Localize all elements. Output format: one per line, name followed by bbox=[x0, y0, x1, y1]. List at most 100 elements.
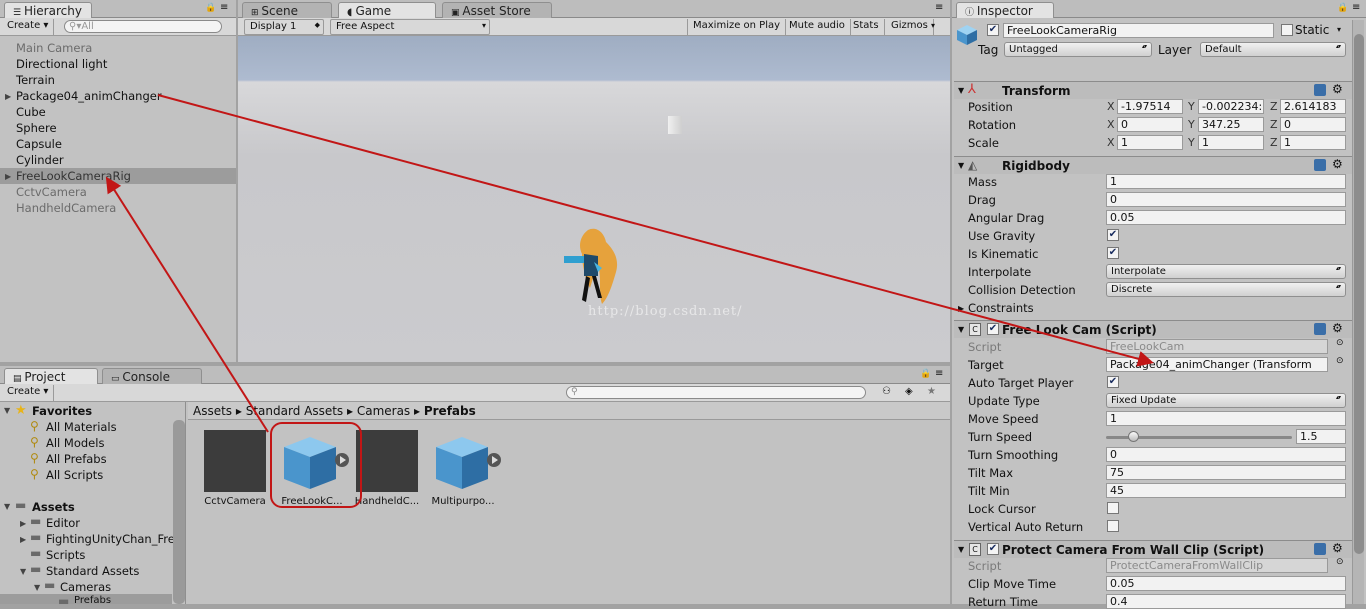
menu-icon[interactable]: ≡ bbox=[935, 368, 943, 379]
asset-thumbnail[interactable] bbox=[204, 430, 266, 492]
drag-field[interactable]: 0 bbox=[1106, 192, 1346, 207]
favorite-item[interactable]: All Models bbox=[46, 436, 104, 450]
hierarchy-item-selected[interactable]: FreeLookCameraRig bbox=[16, 169, 131, 185]
lock-icon[interactable]: 🔒 bbox=[920, 369, 931, 379]
expand-arrow-icon[interactable]: ▼ bbox=[34, 583, 40, 592]
rotation-z-field[interactable]: 0 bbox=[1280, 117, 1346, 132]
help-book-icon[interactable] bbox=[1314, 159, 1326, 171]
layer-dropdown[interactable]: Default bbox=[1200, 42, 1346, 57]
vertical-auto-return-checkbox[interactable] bbox=[1107, 520, 1119, 532]
favorite-item[interactable]: All Scripts bbox=[46, 468, 103, 482]
hierarchy-item[interactable]: Package04_animChanger bbox=[16, 89, 162, 105]
folder-item[interactable]: Editor bbox=[46, 516, 80, 530]
search-input[interactable]: ⚲▾All bbox=[64, 20, 222, 33]
object-name-field[interactable]: FreeLookCameraRig bbox=[1003, 23, 1274, 38]
scrollbar[interactable] bbox=[1352, 20, 1364, 604]
update-type-dropdown[interactable]: Fixed Update bbox=[1106, 393, 1346, 408]
expand-arrow-icon[interactable]: ▼ bbox=[4, 502, 10, 511]
expand-arrow-icon[interactable]: ▶ bbox=[958, 304, 964, 313]
hierarchy-item[interactable]: Cube bbox=[16, 105, 46, 121]
label-icon[interactable]: ◈ bbox=[905, 386, 913, 397]
tab-asset-store[interactable]: ▣ Asset Store bbox=[442, 2, 552, 18]
help-book-icon[interactable] bbox=[1314, 323, 1326, 335]
return-time-field[interactable]: 0.4 bbox=[1106, 594, 1346, 609]
is-kinematic-checkbox[interactable]: ✔ bbox=[1107, 247, 1119, 259]
hierarchy-item[interactable]: Cylinder bbox=[16, 153, 64, 169]
tilt-max-field[interactable]: 75 bbox=[1106, 465, 1346, 480]
prefab-cube-icon[interactable] bbox=[432, 433, 506, 493]
position-z-field[interactable]: 2.614183 bbox=[1280, 99, 1346, 114]
tree-scrollbar[interactable] bbox=[173, 420, 185, 604]
menu-icon[interactable]: ≡ bbox=[935, 2, 943, 13]
freelook-header[interactable]: ▼ C ✔ Free Look Cam (Script) ⚙ bbox=[954, 320, 1352, 338]
tab-scene[interactable]: ⊞ Scene bbox=[242, 2, 332, 18]
lock-icon[interactable]: 🔒 bbox=[205, 3, 216, 13]
mass-field[interactable]: 1 bbox=[1106, 174, 1346, 189]
tab-game[interactable]: ◖ Game bbox=[338, 2, 436, 18]
breadcrumb-item[interactable]: Standard Assets bbox=[246, 404, 343, 418]
turn-smoothing-field[interactable]: 0 bbox=[1106, 447, 1346, 462]
lock-icon[interactable]: 🔒 bbox=[1337, 3, 1348, 13]
scrollbar-thumb[interactable] bbox=[1354, 34, 1364, 554]
help-book-icon[interactable] bbox=[1314, 543, 1326, 555]
menu-icon[interactable]: ≡ bbox=[1352, 2, 1360, 13]
rigidbody-header[interactable]: ▼ ◭ Rigidbody ⚙ bbox=[954, 156, 1352, 174]
folder-item[interactable]: Standard Assets bbox=[46, 564, 139, 578]
folder-item-selected[interactable]: Prefabs bbox=[74, 595, 111, 606]
gear-icon[interactable]: ⚙ bbox=[1332, 541, 1343, 555]
breadcrumb-item[interactable]: Assets bbox=[193, 404, 232, 418]
turn-speed-slider-thumb[interactable] bbox=[1128, 431, 1139, 442]
hierarchy-item[interactable]: Sphere bbox=[16, 121, 57, 137]
create-button[interactable]: Create ▾ bbox=[2, 385, 55, 401]
help-book-icon[interactable] bbox=[1314, 84, 1326, 96]
asset-thumbnail[interactable] bbox=[356, 430, 418, 492]
expand-arrow-icon[interactable]: ▼ bbox=[4, 406, 10, 415]
gear-icon[interactable]: ⚙ bbox=[1332, 82, 1343, 96]
game-viewport[interactable]: http://blog.csdn.net/ bbox=[238, 36, 950, 362]
hierarchy-item[interactable]: HandheldCamera bbox=[16, 201, 116, 217]
expand-arrow-icon[interactable]: ▶ bbox=[5, 172, 11, 181]
maximize-on-play-button[interactable]: Maximize on Play bbox=[687, 19, 787, 35]
search-input[interactable]: ⚲ bbox=[566, 386, 866, 399]
constraints-label[interactable]: Constraints bbox=[968, 301, 1034, 315]
position-x-field[interactable]: -1.97514 bbox=[1117, 99, 1183, 114]
favorite-item[interactable]: All Prefabs bbox=[46, 452, 107, 466]
interpolate-dropdown[interactable]: Interpolate bbox=[1106, 264, 1346, 279]
move-speed-field[interactable]: 1 bbox=[1106, 411, 1346, 426]
collision-detection-dropdown[interactable]: Discrete bbox=[1106, 282, 1346, 297]
chevron-down-icon[interactable]: ▾ bbox=[931, 21, 935, 30]
tilt-min-field[interactable]: 45 bbox=[1106, 483, 1346, 498]
folder-item[interactable]: FightingUnityChan_Fre bbox=[46, 532, 174, 546]
rotation-x-field[interactable]: 0 bbox=[1117, 117, 1183, 132]
expand-arrow-icon[interactable]: ▼ bbox=[20, 567, 26, 576]
rotation-y-field[interactable]: 347.25 bbox=[1198, 117, 1264, 132]
gear-icon[interactable]: ⚙ bbox=[1332, 321, 1343, 335]
menu-icon[interactable]: ≡ bbox=[220, 2, 228, 13]
display-dropdown[interactable]: Display 1 ◆ bbox=[244, 19, 324, 35]
stats-button[interactable]: Stats bbox=[848, 19, 885, 35]
chevron-down-icon[interactable]: ▾ bbox=[1337, 25, 1341, 34]
folder-item[interactable]: Scripts bbox=[46, 548, 85, 562]
auto-target-player-checkbox[interactable]: ✔ bbox=[1107, 376, 1119, 388]
tag-dropdown[interactable]: Untagged bbox=[1004, 42, 1152, 57]
hierarchy-item[interactable]: Directional light bbox=[16, 57, 107, 73]
assets-label[interactable]: Assets bbox=[32, 500, 75, 514]
hierarchy-item[interactable]: CctvCamera bbox=[16, 185, 87, 201]
gear-icon[interactable]: ⚙ bbox=[1332, 157, 1343, 171]
active-checkbox[interactable]: ✔ bbox=[987, 24, 999, 36]
tab-inspector[interactable]: ⓘ Inspector bbox=[956, 2, 1054, 18]
expand-arrow-icon[interactable]: ▶ bbox=[20, 535, 26, 544]
favorite-item[interactable]: All Materials bbox=[46, 420, 117, 434]
angular-drag-field[interactable]: 0.05 bbox=[1106, 210, 1346, 225]
protect-camera-enabled-checkbox[interactable]: ✔ bbox=[987, 543, 999, 555]
breadcrumb-item-current[interactable]: Prefabs bbox=[424, 404, 476, 418]
aspect-dropdown[interactable]: Free Aspect ▾ bbox=[330, 19, 490, 35]
target-field[interactable]: Package04_animChanger (Transform bbox=[1106, 357, 1328, 372]
create-button[interactable]: Create ▾ bbox=[2, 19, 55, 35]
hierarchy-item[interactable]: Capsule bbox=[16, 137, 62, 153]
expand-arrow-icon[interactable]: ▶ bbox=[5, 92, 11, 101]
object-picker-icon[interactable]: ⊙ bbox=[1336, 356, 1344, 366]
turn-speed-field[interactable]: 1.5 bbox=[1296, 429, 1346, 444]
hierarchy-item[interactable]: Main Camera bbox=[16, 41, 92, 57]
position-y-field[interactable]: -0.002234: bbox=[1198, 99, 1264, 114]
